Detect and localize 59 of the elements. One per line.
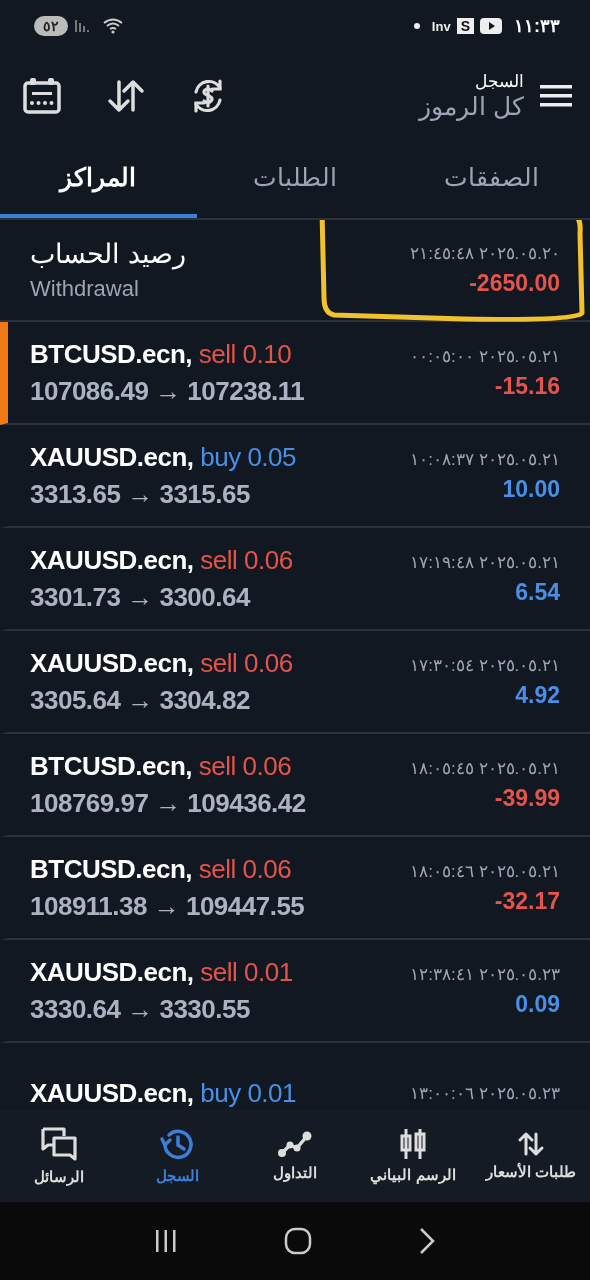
status-time: ١١:٣٣ [514,15,560,37]
timestamp: ٢٠٢٥.٠٥.٢١ ١٠:٠٨:٣٧ [410,448,560,470]
price-range: 108911.38 → 109447.55 [30,890,305,922]
price-range: 3313.65 → 3315.65 [30,478,251,510]
nav-tab[interactable]: السجل [118,1110,236,1202]
timestamp: ٢٠٢٥.٠٥.٢١ ١٧:١٩:٤٨ [410,551,560,573]
symbol-filter[interactable]: كل الرموز [419,92,524,121]
timestamp: ٢٠٢٥.٠٥.٢١ ١٨:٠٥:٤٥ [410,757,560,779]
timestamp: ٢٠٢٥.٠٥.٢٠ ٢١:٤٥:٤٨ [410,243,560,264]
nav-tab[interactable]: طلبات الأسعار [472,1110,590,1202]
trade-symbol: BTCUSD.ecn, sell 0.06 [30,853,293,885]
nav-tab[interactable]: الرسم البياني [354,1110,472,1202]
profit: 4.92 [515,681,560,709]
trade-symbol: XAUUSD.ecn, buy 0.05 [30,441,296,473]
profit: -39.99 [494,784,560,812]
price-range: 3305.64 → 3304.82 [30,684,251,716]
play-icon [480,18,502,34]
notification-icon: S [456,18,474,34]
profit: -15.16 [494,372,560,400]
menu-icon[interactable] [540,84,572,108]
profit: -32.17 [494,887,560,915]
profit: 10.00 [502,475,560,503]
history-icon [159,1127,195,1161]
notification-dot-icon [413,23,420,29]
line-chart-icon [277,1130,313,1158]
battery-level: ٥٢ [34,16,68,36]
price-range: 108769.97 → 109436.42 [30,787,306,819]
trade-symbol: XAUUSD.ecn, sell 0.01 [30,956,293,988]
timestamp: ٢٠٢٥.٠٥.٢١ ٠٠:٠٥:٠٠ [410,345,560,367]
operation-type: Withdrawal [30,276,140,302]
screen-title: السجل [475,71,524,92]
trade-symbol: BTCUSD.ecn, sell 0.06 [30,750,293,782]
calendar-icon[interactable] [22,77,62,115]
arrows-icon [517,1131,545,1157]
trade-symbol: XAUUSD.ecn, sell 0.06 [30,544,293,576]
candlestick-icon [398,1128,428,1160]
timestamp: ٢٠٢٥.٠٥.٢١ ١٨:٠٥:٤٦ [410,860,560,882]
profit: 6.54 [515,578,560,606]
sort-icon[interactable] [107,79,145,113]
tab[interactable]: المراكز [0,140,197,218]
price-range: 3301.73 → 3300.64 [30,581,252,613]
timestamp: ٢٠٢٥.٠٥.٢١ ١٧:٣٠:٥٤ [410,654,560,676]
tab[interactable]: الطلبات [196,140,394,218]
tab[interactable]: الصفقات [393,140,590,218]
price-range: 3330.64 → 3330.55 [30,993,251,1025]
chat-icon [40,1126,78,1162]
nav-tab[interactable]: الرسائل [0,1110,118,1202]
balance-title: رصيد الحساب [30,238,186,270]
amount: -2650.00 [469,270,560,297]
nav-tab[interactable]: التداول [236,1110,354,1202]
profit: 0.09 [515,990,560,1018]
trade-symbol: XAUUSD.ecn, buy 0.01 [30,1078,296,1109]
timestamp: ٢٠٢٥.٠٥.٢٣ ١٢:٣٨:٤١ [410,963,560,985]
price-range: 107086.49 → 107238.11 [30,375,305,407]
trade-symbol: BTCUSD.ecn, sell 0.10 [30,338,293,370]
trade-symbol: XAUUSD.ecn, sell 0.06 [30,647,293,679]
notification-icon: Inv [431,18,451,34]
home-icon[interactable] [284,1227,312,1255]
timestamp: ٢٠٢٥.٠٥.٢٣ ١٣:٠٠:٠٦ [410,1083,560,1104]
